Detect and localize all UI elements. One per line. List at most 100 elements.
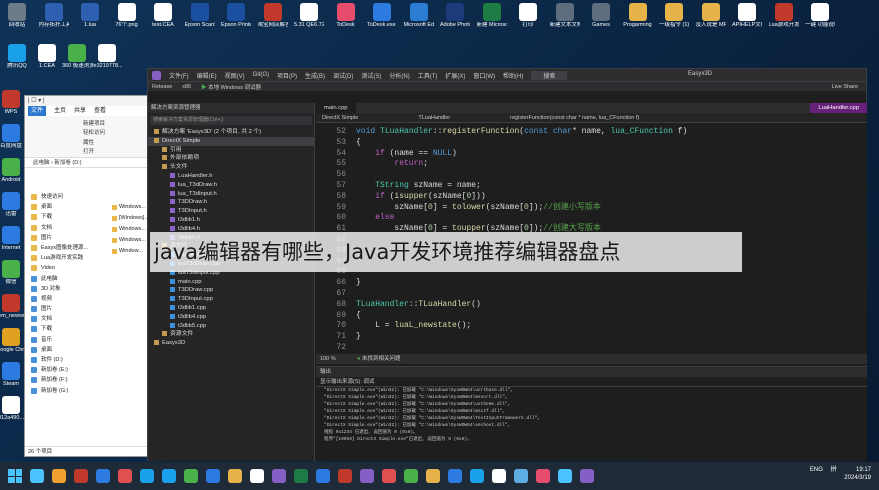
taskbar-app-icon[interactable] — [250, 469, 264, 483]
nav-item[interactable]: Video — [27, 263, 109, 273]
desktop-icon[interactable]: 5.31 QE6.72... — [294, 3, 324, 34]
tree-item[interactable]: 头文件 — [148, 163, 314, 172]
desktop-icon[interactable]: 打印 — [513, 3, 543, 34]
nav-item[interactable]: 桌面 — [27, 202, 109, 212]
menu-item[interactable]: 窗口(W) — [473, 71, 495, 80]
nav-class[interactable]: TLuaHandler — [418, 113, 450, 122]
nav-member[interactable]: registerFunction(const char * name, lua_… — [510, 113, 639, 122]
desktop-icon[interactable]: WPS — [0, 90, 26, 121]
file-item[interactable]: [Windows]... — [111, 213, 147, 224]
taskbar-app-icon[interactable] — [30, 469, 44, 483]
output-source-select[interactable]: 显示输出来源(S): 调试 — [316, 377, 867, 387]
tool-easy-access[interactable]: 轻松访问 — [83, 128, 105, 136]
taskbar-app-icon[interactable] — [426, 469, 440, 483]
taskbar-app-icon[interactable] — [360, 469, 374, 483]
desktop-icon[interactable]: 1.lua — [75, 3, 105, 34]
nav-item[interactable]: 图片 — [27, 233, 109, 243]
nav-item[interactable]: 3D 对象 — [27, 284, 109, 294]
nav-item[interactable]: 图片 — [27, 304, 109, 314]
nav-item[interactable]: 快速访问 — [27, 192, 109, 202]
tool-properties[interactable]: 属性 — [83, 138, 94, 146]
nav-item[interactable]: 文档 — [27, 314, 109, 324]
taskbar-app-icon[interactable] — [52, 469, 66, 483]
tree-item[interactable]: T3DInput.h — [148, 207, 314, 216]
desktop-icon[interactable]: 回收站 — [2, 3, 32, 34]
file-item[interactable]: Window... — [111, 246, 147, 257]
tab-main-cpp[interactable]: main.cpp — [316, 103, 356, 113]
tree-item[interactable]: 资源文件 — [148, 330, 314, 339]
desktop-icon[interactable]: 新建文本文档 (4).zip — [550, 3, 580, 34]
tree-item[interactable]: T3DInput.cpp — [148, 295, 314, 304]
desktop-icon[interactable]: 内存拓扑工具.LUA — [39, 3, 69, 34]
taskbar-app-icon[interactable] — [96, 469, 110, 483]
taskbar-app-icon[interactable] — [470, 469, 484, 483]
desktop-icon[interactable]: Microsoft Edge — [404, 3, 434, 34]
desktop-icon[interactable]: 012a490... — [0, 396, 26, 427]
desktop-icon[interactable]: Progarming — [623, 3, 653, 34]
tree-item[interactable]: T3DDraw.h — [148, 198, 314, 207]
file-item[interactable]: Windows... — [111, 235, 147, 246]
taskbar-app-icon[interactable] — [448, 469, 462, 483]
run-debugger-button[interactable]: ▶ 本地 Windows 调试器 — [201, 83, 261, 91]
desktop-icon[interactable]: Epson ScanSmart — [185, 3, 215, 34]
file-item[interactable]: Windows... — [111, 202, 147, 213]
taskbar-app-icon[interactable] — [580, 469, 594, 483]
taskbar-app-icon[interactable] — [206, 469, 220, 483]
ribbon-tab-share[interactable]: 共享 — [74, 106, 86, 116]
nav-item[interactable]: 下载 — [27, 212, 109, 222]
taskbar-app-icon[interactable] — [404, 469, 418, 483]
menu-item[interactable]: 测试(S) — [361, 71, 381, 80]
menu-item[interactable]: 生成(B) — [305, 71, 325, 80]
ime-indicator[interactable]: 拼 — [831, 466, 837, 474]
desktop-icon[interactable]: test.CEA — [148, 3, 178, 34]
taskbar-app-icon[interactable] — [118, 469, 132, 483]
tree-item[interactable]: T3DDraw.cpp — [148, 286, 314, 295]
tree-item[interactable]: t3dlib1.h — [148, 216, 314, 225]
file-item[interactable]: Windows... — [111, 224, 147, 235]
taskbar-app-icon[interactable] — [162, 469, 176, 483]
menu-item[interactable]: 扩展(X) — [445, 71, 465, 80]
desktop-icon[interactable]: 360 极速浏览器 — [62, 44, 92, 75]
menu-item[interactable]: 项目(P) — [277, 71, 297, 80]
taskbar-app-icon[interactable] — [536, 469, 550, 483]
nav-item[interactable]: 音乐 — [27, 335, 109, 345]
search-input[interactable]: 搜索 — [531, 70, 568, 80]
tree-item[interactable]: lua_T3dInput.h — [148, 190, 314, 199]
desktop-icon[interactable]: fe3219778... — [92, 44, 122, 75]
nav-item[interactable]: 软件 (D:) — [27, 355, 109, 365]
taskbar-app-icon[interactable] — [294, 469, 308, 483]
taskbar-app-icon[interactable] — [338, 469, 352, 483]
desktop-icon[interactable]: 新建 Microsoft... — [477, 3, 507, 34]
desktop-icon[interactable]: Adobe Photosho... — [440, 3, 470, 34]
clock[interactable]: 19:17 2024/3/19 — [844, 466, 871, 482]
menu-item[interactable]: 文件(F) — [169, 71, 189, 80]
nav-project[interactable]: DirectX Simple — [322, 113, 358, 122]
tree-item[interactable]: Easyx3D — [148, 339, 314, 348]
menu-item[interactable]: 编辑(E) — [197, 71, 217, 80]
taskbar-app-icon[interactable] — [492, 469, 506, 483]
explorer-address-bar[interactable]: 此电脑 › 新加卷 (D:) — [25, 158, 147, 168]
tree-item[interactable]: 解决方案 'Easyx3D' (2 个项目, 共 2 个) — [148, 128, 314, 137]
nav-item[interactable]: 视频 — [27, 294, 109, 304]
live-share-button[interactable]: Live Share — [832, 84, 858, 90]
desktop-icon[interactable]: ToDesk.exe - 快捷方式 — [367, 3, 397, 34]
menu-item[interactable]: 视图(V) — [225, 71, 245, 80]
taskbar-app-icon[interactable] — [184, 469, 198, 483]
tree-item[interactable]: t3dlib5.cpp — [148, 322, 314, 331]
menu-item[interactable]: 调试(D) — [333, 71, 353, 80]
menu-item[interactable]: 分析(N) — [389, 71, 409, 80]
taskbar-app-icon[interactable] — [228, 469, 242, 483]
nav-item[interactable]: 新加卷 (G:) — [27, 386, 109, 396]
taskbar-app-icon[interactable] — [382, 469, 396, 483]
ribbon-tab-view[interactable]: 查看 — [94, 106, 106, 116]
desktop-icon[interactable]: 淘宝网店解答.docx — [258, 3, 288, 34]
desktop-icon[interactable]: 1.CEA — [32, 44, 62, 75]
menu-item[interactable]: 帮助(H) — [503, 71, 523, 80]
taskbar-app-icon[interactable] — [558, 469, 572, 483]
nav-item[interactable]: 新加卷 (F:) — [27, 375, 109, 385]
nav-item[interactable]: 新加卷 (E:) — [27, 365, 109, 375]
desktop-icon[interactable]: 76个.png — [112, 3, 142, 34]
desktop-icon[interactable]: ToDesk — [331, 3, 361, 34]
desktop-icon[interactable]: Games — [586, 3, 616, 34]
desktop-icon[interactable]: Google Chrome — [0, 328, 26, 359]
